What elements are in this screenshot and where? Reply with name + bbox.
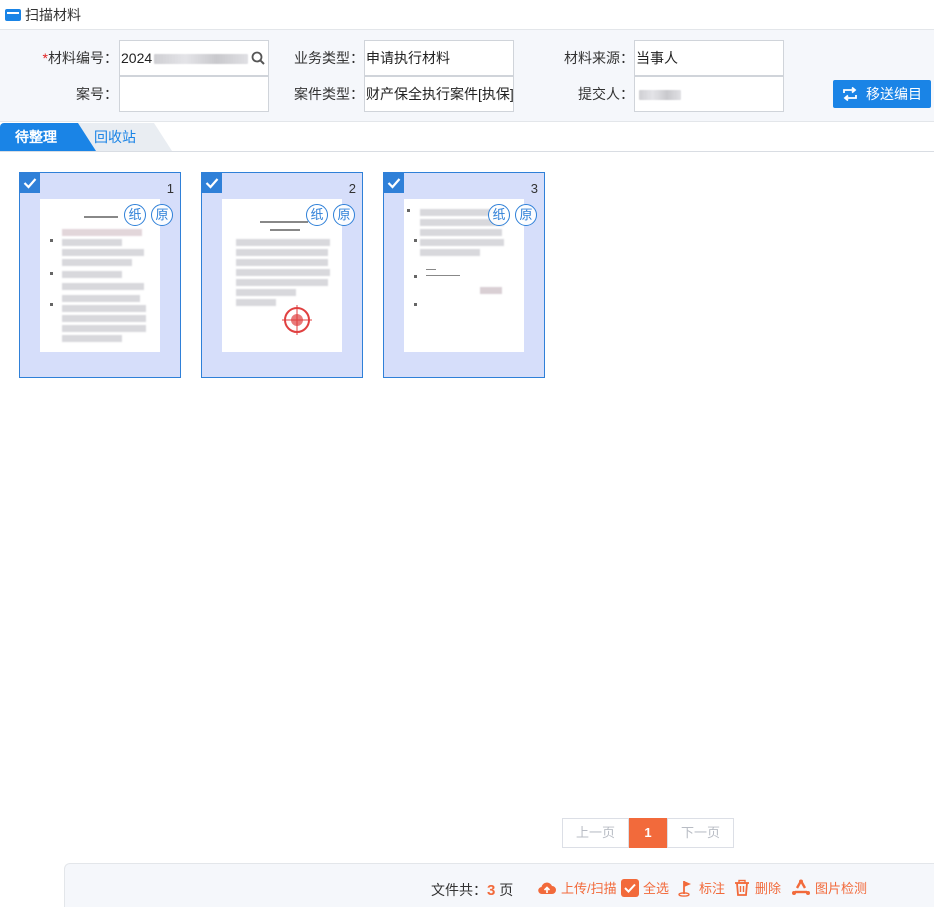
card-checkbox[interactable] <box>20 173 40 193</box>
case-type-input[interactable]: 财产保全执行案件[执保] <box>364 76 514 112</box>
submitter-label: 提交人： <box>578 86 634 102</box>
move-to-catalog-button[interactable]: 移送编目 <box>833 80 931 108</box>
checkmark-icon <box>23 178 37 189</box>
original-badge[interactable]: 原 <box>333 204 355 226</box>
swap-icon <box>843 87 857 101</box>
flag-icon <box>678 880 691 897</box>
material-no-input[interactable]: 2024 <box>119 40 269 76</box>
source-label: 材料来源： <box>564 50 634 66</box>
document-card[interactable]: 3 纸 原 <box>383 172 545 378</box>
paper-badge[interactable]: 纸 <box>124 204 146 226</box>
original-badge[interactable]: 原 <box>515 204 537 226</box>
trash-icon <box>735 879 749 896</box>
next-page-button[interactable]: 下一页 <box>667 818 734 848</box>
paper-badge[interactable]: 纸 <box>488 204 510 226</box>
original-badge[interactable]: 原 <box>151 204 173 226</box>
select-all-button[interactable]: 全选 <box>621 878 669 897</box>
checkmark-icon <box>387 178 401 189</box>
card-checkbox[interactable] <box>202 173 222 193</box>
window-title: 扫描材料 <box>25 6 81 23</box>
page-number: 2 <box>348 181 356 196</box>
title-bar: 扫描材料 <box>0 0 934 30</box>
pagination: 上一页 1 下一页 <box>562 818 734 848</box>
document-card[interactable]: 1 纸 原 <box>19 172 181 378</box>
tab-bar: 回收站 待整理 <box>0 123 934 152</box>
case-type-label: 案件类型： <box>294 86 364 102</box>
source-input[interactable]: 当事人 <box>634 40 784 76</box>
upload-scan-button[interactable]: 上传/扫描 <box>537 878 617 897</box>
image-check-button[interactable]: 图片检测 <box>791 878 867 897</box>
cloud-upload-icon <box>538 882 556 894</box>
annotate-button[interactable]: 标注 <box>677 878 725 897</box>
seal-stamp <box>282 305 312 335</box>
card-checkbox[interactable] <box>384 173 404 193</box>
checkbox-checked-icon <box>621 878 639 897</box>
scanner-icon <box>5 8 21 21</box>
business-type-input[interactable]: 申请执行材料 <box>364 40 514 76</box>
case-no-input[interactable] <box>119 76 269 112</box>
paper-badge[interactable]: 纸 <box>306 204 328 226</box>
recycle-detect-icon <box>792 879 810 895</box>
delete-button[interactable]: 删除 <box>733 878 781 897</box>
submitter-input[interactable] <box>634 76 784 112</box>
business-type-label: 业务类型： <box>294 50 364 66</box>
document-card[interactable]: 2 纸 原 <box>201 172 363 378</box>
page-number: 1 <box>166 181 174 196</box>
file-total: 文件共：3 页 <box>431 882 514 899</box>
case-no-label: 案号： <box>76 86 118 102</box>
material-form: *材料编号： 2024 业务类型： 申请执行材料 材料来源： 当事人 案号： 案… <box>0 30 934 122</box>
page-number: 3 <box>530 181 538 196</box>
checkmark-icon <box>205 178 219 189</box>
move-to-catalog-label: 移送编目 <box>866 86 922 102</box>
current-page-button[interactable]: 1 <box>629 818 667 848</box>
footer-toolbar: 文件共：3 页 上传/扫描 全选 标注 删除 图片检测 <box>64 863 934 907</box>
search-icon[interactable] <box>251 51 265 65</box>
prev-page-button[interactable]: 上一页 <box>562 818 629 848</box>
material-no-label: *材料编号： <box>42 50 118 66</box>
